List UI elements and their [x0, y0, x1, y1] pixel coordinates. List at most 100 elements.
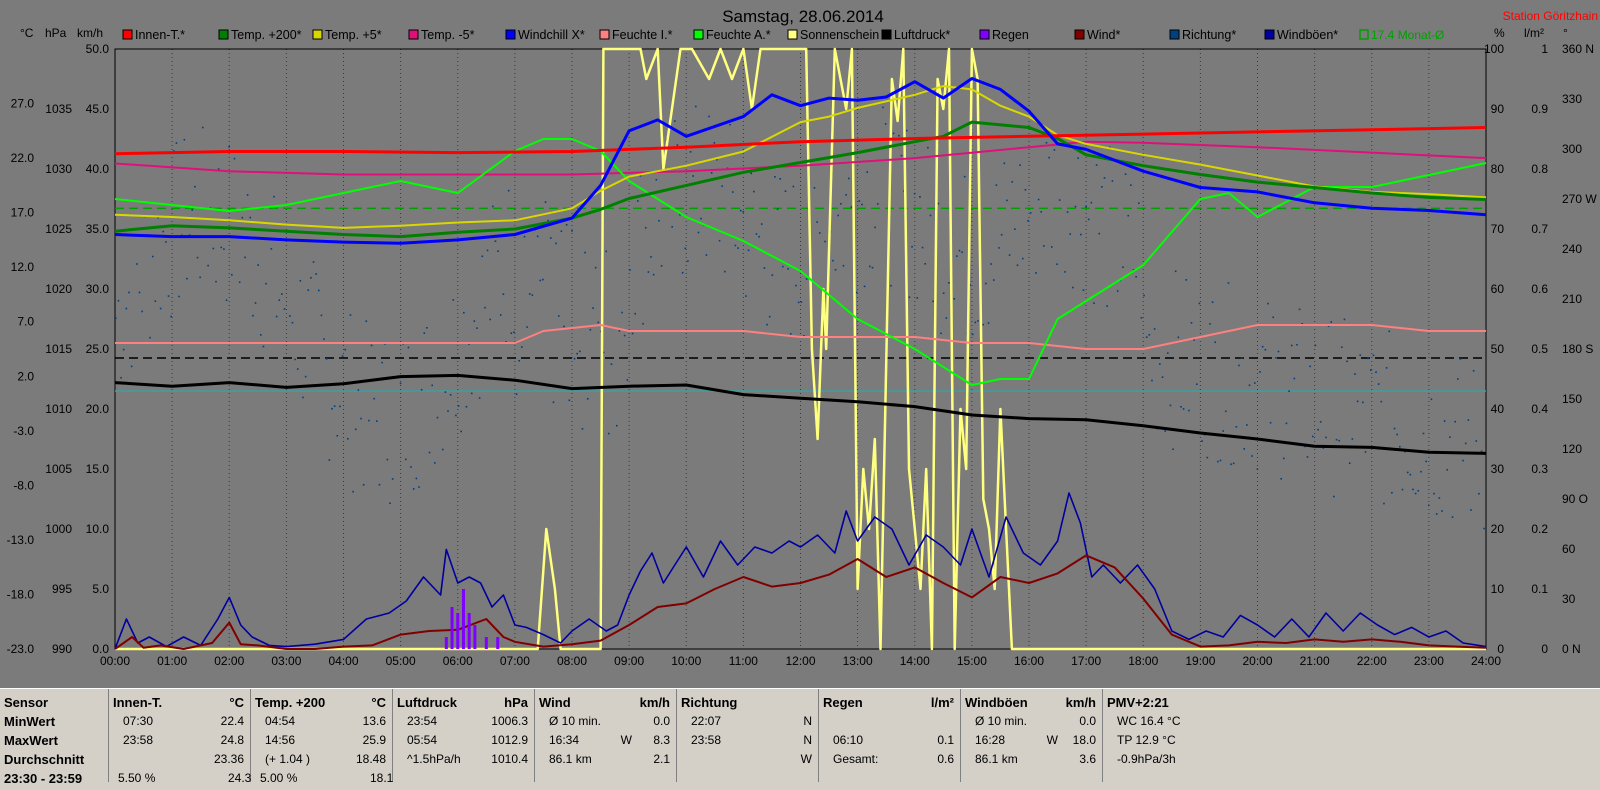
temp-tick-label: 2.0 [17, 369, 34, 383]
rain-tick-label: 0.2 [1531, 522, 1548, 536]
direction-point [1438, 497, 1441, 499]
direction-point [953, 297, 956, 300]
legend-label: Windchill X* [518, 28, 585, 42]
column-header: PMV+2:21 [1107, 695, 1256, 714]
direction-point [486, 249, 489, 252]
direction-point [995, 184, 998, 186]
x-tick-label: 21:00 [1300, 654, 1330, 668]
direction-point [165, 241, 167, 243]
wind-tick-label: 45.0 [86, 102, 110, 116]
direction-point [344, 348, 346, 351]
rain-tick-label: 0.8 [1531, 162, 1548, 176]
stats-row: 23.36 [113, 752, 244, 771]
stats-row: WC 16.4 °C [1107, 714, 1256, 733]
stats-column: Wind km/h Ø 10 min. 0.0 16:34 W 8.3 86.1 km 2.1 [534, 689, 676, 782]
direction-point [1006, 199, 1008, 202]
rain-bar [450, 607, 454, 649]
direction-point [1040, 211, 1043, 213]
percent-unit-label: % [1494, 26, 1505, 40]
legend-label: Sonnenschein [800, 28, 879, 42]
direction-point [1467, 419, 1470, 421]
rain-tick-label: 0.4 [1531, 402, 1548, 416]
legend-label: Regen [992, 28, 1029, 42]
direction-point [449, 393, 452, 396]
direction-point [692, 175, 695, 177]
direction-point [1209, 323, 1211, 325]
direction-point [273, 195, 275, 198]
column-header: Wind km/h [539, 695, 670, 714]
percent-tick-label: 90 [1491, 102, 1505, 116]
direction-point [742, 210, 745, 213]
direction-point [1027, 219, 1029, 222]
direction-point [992, 279, 995, 281]
row-label-column: Sensor MinWert MaxWert Durchschnitt 23:3… [0, 689, 108, 786]
direction-point [1264, 348, 1267, 351]
column-header: Richtung [681, 695, 812, 714]
direction-point [339, 405, 341, 408]
direction-point [391, 478, 394, 480]
direction-point [1043, 245, 1045, 247]
direction-point [407, 346, 410, 349]
direction-point [1219, 459, 1222, 462]
direction-point [310, 277, 312, 279]
direction-point [241, 216, 244, 219]
direction-point [845, 194, 847, 196]
direction-point [958, 249, 961, 252]
direction-point [1296, 343, 1298, 346]
direction-point [175, 142, 178, 144]
direction-point [768, 315, 771, 318]
rain-tick-label: 0 [1541, 642, 1548, 656]
direction-point [1248, 384, 1251, 387]
legend-item: Sonnenschein [787, 28, 879, 42]
direction-point [565, 224, 568, 226]
direction-point [900, 154, 903, 157]
direction-point [1356, 400, 1359, 403]
direction-point [1443, 420, 1446, 422]
direction-unit-label: ° [1563, 26, 1568, 40]
direction-point [1372, 354, 1375, 357]
column-title: Innen-T. [113, 695, 163, 710]
direction-point [876, 203, 879, 205]
stats-row: 86.1 km 3.6 [965, 752, 1096, 771]
wind-tick-label: 0.0 [92, 642, 109, 656]
direction-point [381, 361, 383, 364]
direction-point [1256, 468, 1259, 470]
direction-point [1446, 469, 1449, 471]
direction-point [194, 185, 196, 188]
direction-point [373, 397, 375, 400]
direction-point [1251, 455, 1253, 457]
direction-point [1359, 354, 1362, 356]
direction-point [760, 223, 763, 225]
direction-point [573, 357, 576, 360]
direction-point [579, 350, 581, 353]
direction-point [1393, 427, 1396, 430]
direction-point [128, 291, 130, 294]
stats-row: 86.1 km 2.1 [539, 752, 670, 771]
stats-row: 23:58 24.8 [113, 733, 244, 752]
x-tick-label: 24:00 [1471, 654, 1501, 668]
direction-point [405, 458, 407, 461]
direction-point [1406, 471, 1409, 474]
legend-swatch [1074, 29, 1085, 40]
direction-point [737, 247, 739, 249]
stats-row: (+ 1.04 ) 18.48 [255, 752, 386, 771]
direction-point [1161, 376, 1164, 378]
direction-point [302, 396, 304, 399]
direction-point [700, 217, 702, 220]
direction-point [318, 289, 320, 292]
pressure-tick-label: 990 [52, 642, 72, 656]
direction-point [1003, 162, 1006, 165]
direction-point [1211, 301, 1214, 303]
direction-point [961, 251, 963, 254]
stats-cell-value: 0.6 [937, 752, 954, 766]
direction-point [1101, 186, 1103, 188]
stats-cell-label: 86.1 km [549, 752, 592, 766]
legend-swatch [1264, 29, 1275, 40]
direction-point [1483, 527, 1485, 530]
x-tick-label: 06:00 [443, 654, 473, 668]
direction-point [260, 334, 262, 336]
direction-point [507, 189, 510, 192]
legend-item: Temp. +200* [218, 28, 302, 42]
direction-point [136, 263, 138, 265]
direction-point [1085, 206, 1087, 208]
